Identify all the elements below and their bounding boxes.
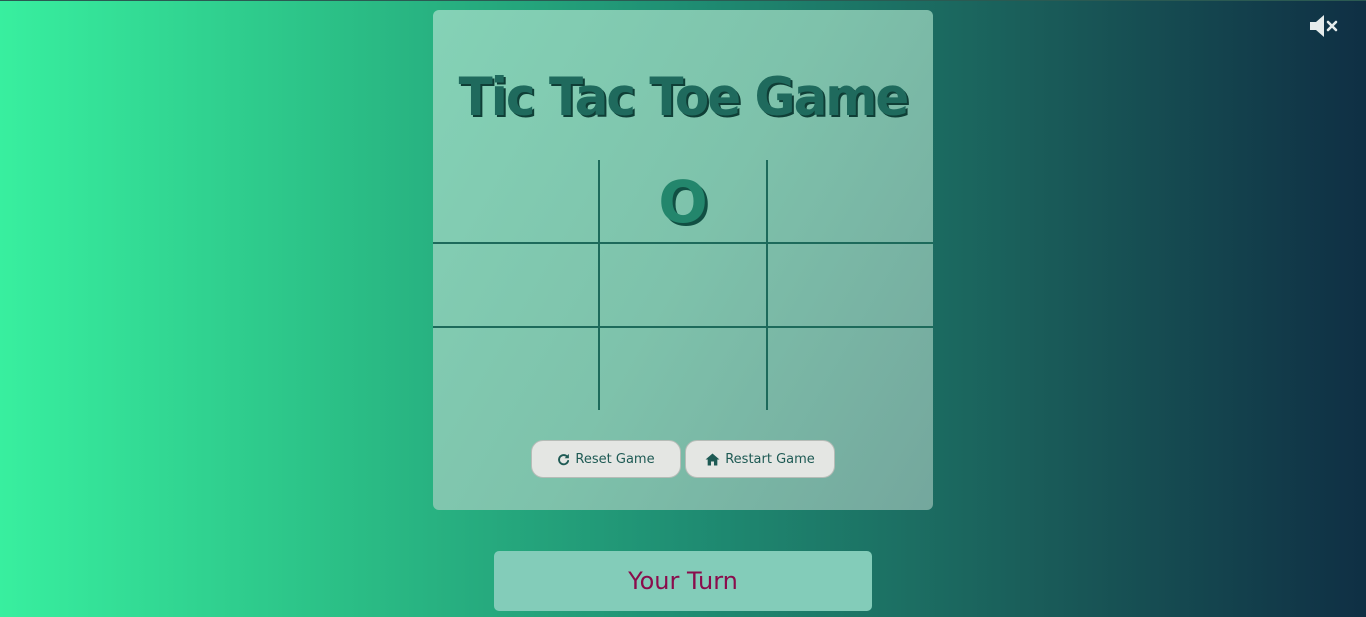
board-cell-4[interactable] <box>433 243 599 327</box>
grid-line-horizontal-1 <box>433 242 933 244</box>
board-cell-8[interactable] <box>599 327 767 410</box>
board-cell-9[interactable] <box>767 327 933 410</box>
turn-status-text: Your Turn <box>628 567 738 595</box>
grid-line-vertical-2 <box>766 160 768 410</box>
game-board: O <box>433 160 933 410</box>
home-icon <box>705 452 720 466</box>
board-cell-3[interactable] <box>767 160 933 243</box>
board-cell-2[interactable]: O <box>599 160 767 243</box>
redo-icon <box>558 453 570 465</box>
grid-line-vertical-1 <box>598 160 600 410</box>
reset-game-label: Reset Game <box>575 451 655 467</box>
board-cell-7[interactable] <box>433 327 599 410</box>
grid-line-horizontal-2 <box>433 326 933 328</box>
volume-mute-icon <box>1310 15 1338 37</box>
board-cell-5[interactable] <box>599 243 767 327</box>
mute-button[interactable] <box>1308 13 1342 39</box>
board-cell-6[interactable] <box>767 243 933 327</box>
restart-game-label: Restart Game <box>725 451 815 467</box>
turn-status: Your Turn <box>494 551 872 611</box>
board-cell-1[interactable] <box>433 160 599 243</box>
reset-game-button[interactable]: Reset Game <box>531 440 681 478</box>
game-title: Tic Tac Toe Game <box>458 66 910 128</box>
restart-game-button[interactable]: Restart Game <box>685 440 835 478</box>
game-panel: Tic Tac Toe Game O Reset Game Restart Ga… <box>433 10 933 510</box>
